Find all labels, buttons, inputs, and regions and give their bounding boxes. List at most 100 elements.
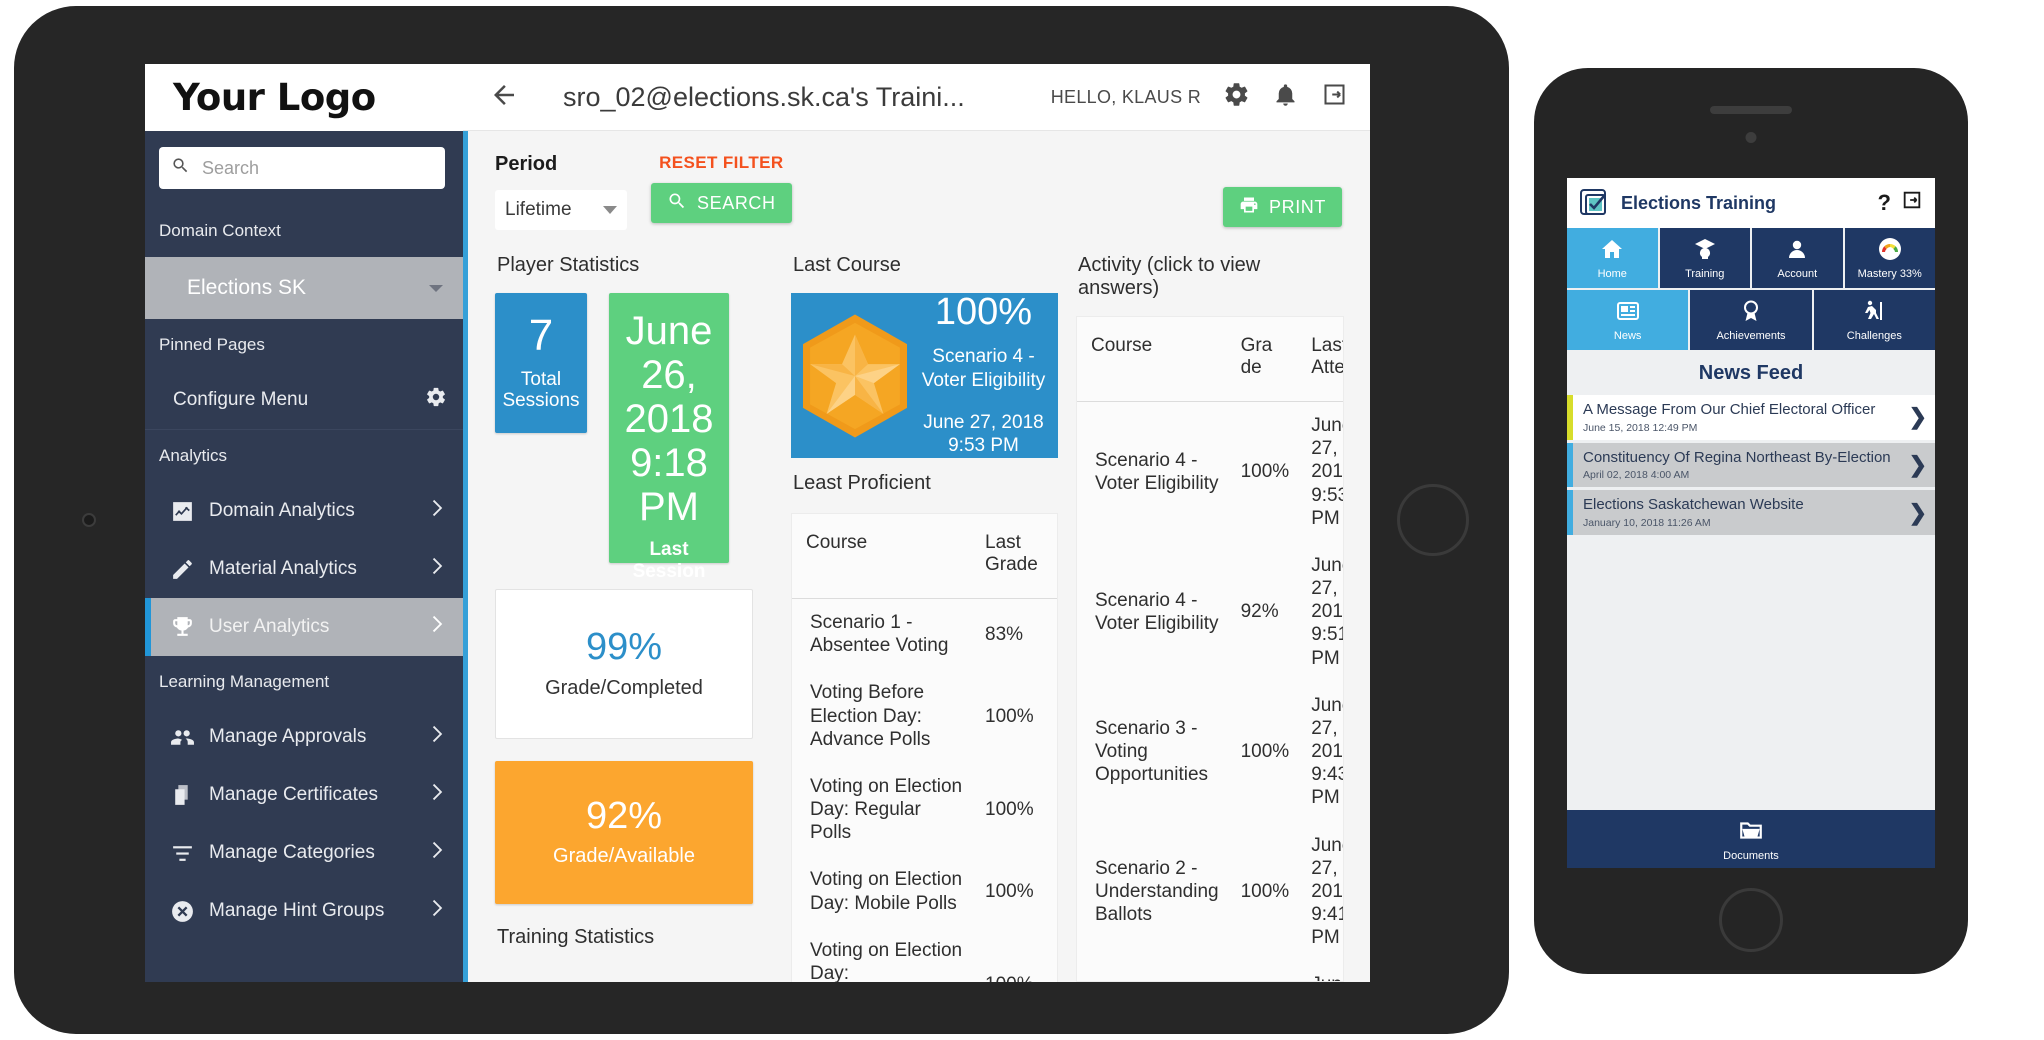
sidebar-item-label: User Analytics	[209, 616, 330, 637]
logo-bar: Your Logo	[145, 64, 463, 131]
cell-course: Voting on Election Day: Mobile Polls	[810, 869, 963, 914]
column-header-grade[interactable]: Gra de	[1226, 317, 1298, 402]
cell-grade: 88%	[1227, 961, 1298, 981]
phone-tile-home[interactable]: Home	[1567, 228, 1658, 288]
printer-icon	[1239, 195, 1259, 220]
sidebar-item-domain-analytics[interactable]: Domain Analytics	[145, 482, 463, 540]
activity-panel[interactable]: Course Gra de Last Attempt Scenario 4 - …	[1076, 316, 1344, 982]
period-value: Lifetime	[505, 199, 572, 220]
phone-home-button[interactable]	[1719, 888, 1783, 952]
news-date: January 10, 2018 11:26 AM	[1583, 517, 1711, 530]
phone-tile-label: Challenges	[1846, 329, 1902, 342]
table-row[interactable]: Scenario 3 - Voting Opportunities 100% Jun…	[1077, 682, 1343, 822]
cell-last-attempt: June 27, 2018 9:38 PM	[1297, 961, 1343, 981]
column-header-course[interactable]: Course	[792, 514, 971, 599]
sidebar-item-manage-certificates[interactable]: Manage Certificates	[145, 766, 463, 824]
phone-tile-news[interactable]: News	[1567, 290, 1689, 350]
cell-last-attempt: June 27, 2018 9:41 PM	[1311, 834, 1343, 949]
column-header-last-grade[interactable]: Last Grade	[971, 514, 1057, 599]
chevron-right-icon	[425, 897, 447, 925]
print-button[interactable]: PRINT	[1223, 187, 1342, 227]
topbar-right: HELLO, KLAUS R	[1051, 81, 1348, 113]
table-row[interactable]: Scenario 2 - Understanding Ballots 100% Ju…	[1077, 822, 1343, 962]
question-mark-icon[interactable]: ?	[1878, 190, 1891, 216]
least-proficient-table: Course Last Grade Scenario 1 - Absentee …	[792, 514, 1057, 982]
star-badge-icon	[795, 311, 915, 441]
sidebar-section-domain-context: Domain Context	[159, 221, 281, 240]
last-course-card[interactable]: 100% Scenario 4 - Voter Eligibility June…	[791, 293, 1058, 458]
phone-tile-training[interactable]: Training	[1659, 228, 1750, 288]
cell-course: Voting on Election Day: Regular Polls	[810, 775, 963, 844]
news-item[interactable]: A Message From Our Chief Electoral Offic…	[1567, 395, 1935, 440]
cell-grade: 100%	[1240, 880, 1290, 902]
sidebar-item-material-analytics[interactable]: Material Analytics	[145, 540, 463, 598]
total-sessions-tile[interactable]: 7 Total Sessions	[495, 293, 587, 433]
cell-course: Scenario 4 - Voter Eligibility	[1095, 449, 1219, 494]
table-row[interactable]: Scenario 1 - Absentee Voting 83%	[792, 599, 1057, 670]
phone-tile-achievements[interactable]: Achievements	[1690, 290, 1812, 350]
sidebar-item-manage-approvals[interactable]: Manage Approvals	[145, 708, 463, 766]
bell-icon[interactable]	[1272, 81, 1299, 113]
logout-icon[interactable]	[1321, 81, 1348, 113]
topbar: sro_02@elections.sk.ca's Traini... HELLO…	[463, 64, 1370, 131]
chevron-down-icon	[429, 284, 443, 292]
table-row[interactable]: Voting on Election Day: Hospital/Remand …	[792, 927, 1057, 982]
phone-tile-account[interactable]: Account	[1752, 228, 1843, 288]
news-date: April 02, 2018 4:00 AM	[1583, 469, 1690, 482]
filter-toolbar: Period Lifetime RESET FILTER SEARCH PRIN…	[463, 131, 1370, 240]
phone-tile-challenges[interactable]: Challenges	[1813, 290, 1935, 350]
search-input[interactable]	[202, 157, 433, 179]
logo-text: Your Logo	[173, 76, 376, 119]
last-session-tile[interactable]: June 26, 2018 9:18 PM Last Session	[609, 293, 729, 582]
table-row[interactable]: Voting on Election Day: Mobile Polls 100%	[792, 856, 1057, 926]
sidebar-item-configure-menu[interactable]: Configure Menu	[145, 371, 463, 429]
table-row[interactable]: Scenario 4 - Voter Eligibility 92% June 27…	[1077, 542, 1343, 682]
cell-last-attempt: June 27, 2018 9:43 PM	[1311, 694, 1343, 809]
sidebar-item-label: Manage Certificates	[209, 784, 378, 805]
news-title: A Message From Our Chief Electoral Offic…	[1583, 401, 1876, 418]
cell-last-grade: 100%	[985, 799, 1034, 821]
sidebar-item-manage-categories[interactable]: Manage Categories	[145, 824, 463, 882]
sidebar-item-elections-sk[interactable]: Elections SK	[145, 257, 463, 319]
logout-icon[interactable]	[1901, 189, 1923, 217]
search-button[interactable]: SEARCH	[651, 183, 792, 223]
phone-device-frame: Elections Training ? Home Training Accou	[1534, 68, 1968, 974]
documents-button[interactable]: Documents	[1567, 810, 1935, 868]
grade-completed-value: 99%	[585, 626, 663, 669]
sidebar-search-box[interactable]	[159, 147, 445, 189]
hint-icon	[169, 898, 195, 924]
sidebar: Your Logo Domain Context Elections SK P	[145, 64, 463, 982]
back-arrow-icon[interactable]	[489, 80, 519, 115]
phone-tile-mastery[interactable]: Mastery 33%	[1844, 228, 1935, 288]
chart-icon	[169, 498, 195, 524]
grade-completed-tile[interactable]: 99% Grade/Completed	[495, 589, 753, 739]
column-header-last-attempt[interactable]: Last Attempt	[1297, 317, 1343, 402]
period-select[interactable]: Lifetime	[495, 190, 627, 230]
home-icon	[1600, 237, 1624, 266]
chevron-down-icon	[603, 206, 617, 214]
gauge-icon	[1878, 237, 1902, 266]
sidebar-item-user-analytics[interactable]: User Analytics	[145, 598, 463, 656]
total-sessions-label: Total Sessions	[502, 368, 580, 412]
chevron-right-icon	[425, 781, 447, 809]
table-row[interactable]: Scenario 4 - Voter Eligibility 100% June 2…	[1077, 402, 1343, 542]
table-row[interactable]: Voting Before Election Day: Advance Poll…	[792, 669, 1057, 763]
gear-icon[interactable]	[1223, 81, 1250, 113]
table-row[interactable]: Scenario 2 - Understanding Ballots88%Jun…	[1077, 961, 1343, 981]
tablet-home-button[interactable]	[1397, 484, 1469, 556]
climbing-icon	[1862, 299, 1886, 328]
cell-course: Scenario 2 - Understanding Ballots	[1095, 857, 1219, 926]
reset-filter-link[interactable]: RESET FILTER	[659, 153, 783, 173]
cell-last-attempt: June 27, 2018 9:51 PM	[1311, 554, 1343, 669]
cell-course: Scenario 1 - Absentee Voting	[810, 612, 949, 657]
sidebar-item-label: Manage Approvals	[209, 726, 367, 747]
news-item[interactable]: Elections Saskatchewan Website January 10…	[1567, 490, 1935, 536]
column-header-course[interactable]: Course	[1077, 317, 1227, 402]
grade-available-value: 92%	[585, 794, 663, 837]
table-row[interactable]: Voting on Election Day: Regular Polls 100…	[792, 763, 1057, 857]
least-proficient-title: Least Proficient	[793, 472, 931, 494]
total-sessions-value: 7	[528, 310, 554, 360]
grade-available-tile[interactable]: 92% Grade/Available	[495, 761, 753, 904]
news-item[interactable]: Constituency Of Regina Northeast By-Elec…	[1567, 442, 1935, 488]
sidebar-item-manage-hint-groups[interactable]: Manage Hint Groups	[145, 882, 463, 940]
